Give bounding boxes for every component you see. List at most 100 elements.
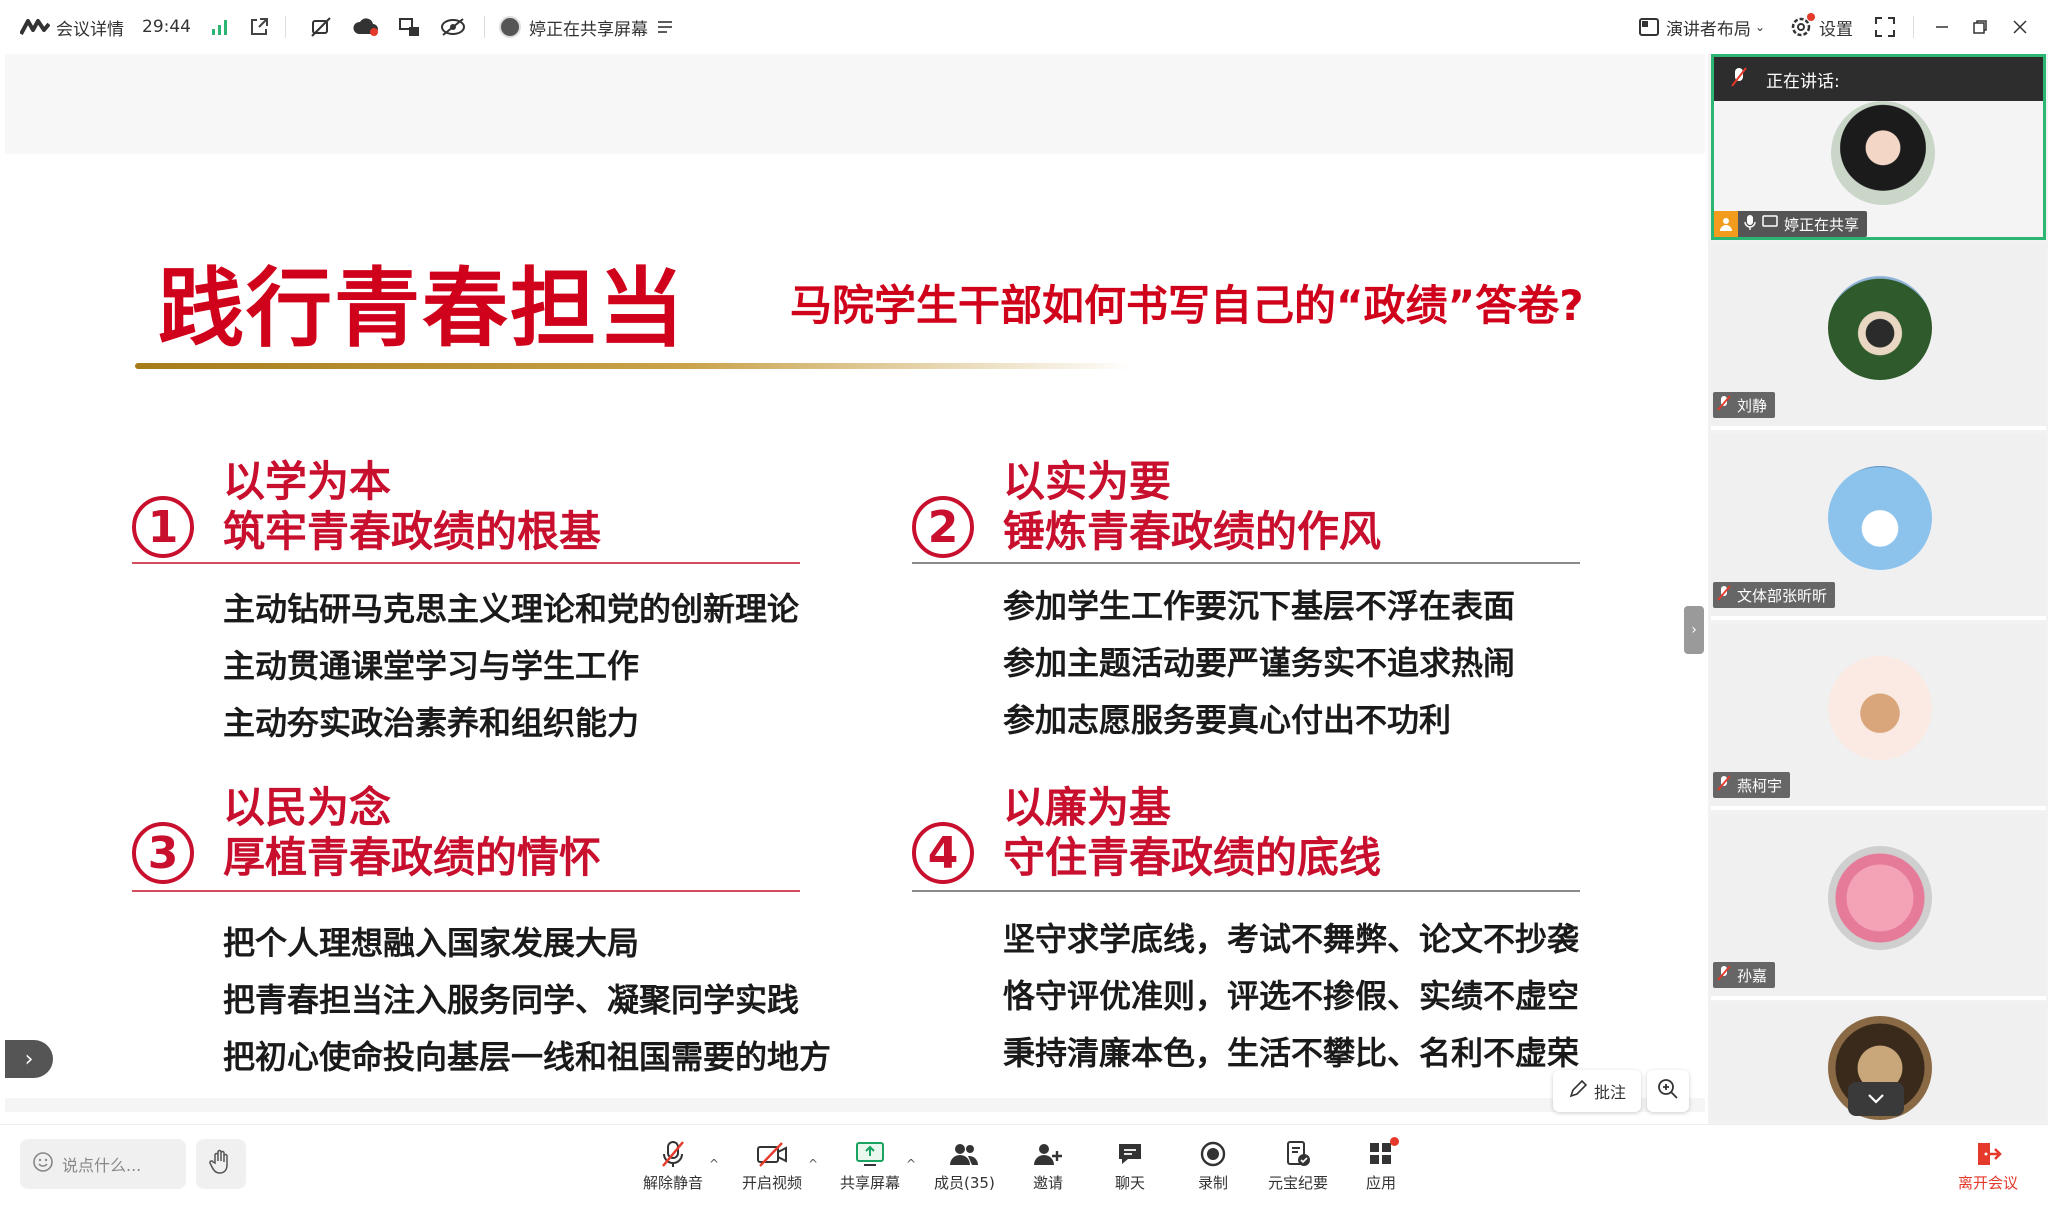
avatar (1828, 846, 1932, 950)
summary-icon (1284, 1139, 1312, 1169)
participant-panel: 正在讲话: 婷正在共享 刘静 文体部张昕昕 燕柯宇 孙嘉 (1708, 54, 2048, 1124)
mic-icon (1744, 214, 1756, 234)
raise-hand-button[interactable] (196, 1139, 246, 1189)
settings-label: 设置 (1819, 19, 1853, 40)
chat-placeholder: 说点什么... (62, 1156, 142, 1175)
section-subheading: 锤炼青春政绩的作风 (1003, 507, 1382, 556)
chat-input[interactable]: 说点什么... (20, 1139, 186, 1189)
slide-top-margin (5, 54, 1705, 154)
avatar (1831, 101, 1935, 205)
section-rule (912, 562, 1580, 564)
section-line: 秉持清廉本色，生活不攀比、名利不虚荣 (1003, 1034, 1580, 1072)
section-line: 主动钻研马克思主义理论和党的创新理论 (223, 590, 800, 628)
chevron-down-icon: ⌄ (1754, 20, 1765, 34)
host-icon (1714, 211, 1738, 237)
participant-tile[interactable]: 孙嘉 (1711, 814, 2046, 1000)
apps-button[interactable]: 应用 (1366, 1137, 1399, 1193)
participant-tag: 刘静 (1713, 392, 1776, 418)
participant-name: 刘静 (1737, 396, 1768, 415)
avatar (1828, 466, 1932, 570)
leave-meeting-button[interactable]: 离开会议 (1958, 1139, 2018, 1193)
meeting-summary-label: 元宝纪要 (1268, 1174, 1329, 1192)
share-permission-icon[interactable] (398, 16, 422, 38)
slide-subtitle: 马院学生干部如何书写自己的“政绩”答卷? (790, 281, 1584, 330)
meeting-summary-button[interactable]: 元宝纪要 (1268, 1139, 1328, 1193)
shared-screen: 践行青春担当 马院学生干部如何书写自己的“政绩”答卷? 1 以学为本 筑牢青春政… (5, 54, 1705, 1112)
cloud-record-icon[interactable] (352, 17, 380, 37)
participant-tile[interactable]: 刘静 (1711, 244, 2046, 430)
section-line: 参加志愿服务要真心付出不功利 (1003, 701, 1452, 739)
record-button[interactable]: 录制 (1198, 1139, 1228, 1193)
divider (285, 16, 286, 38)
layout-icon (1638, 17, 1660, 37)
mic-off-icon (1717, 775, 1731, 795)
annotate-button[interactable]: 批注 (1553, 1070, 1641, 1112)
record-label: 录制 (1198, 1174, 1229, 1192)
share-screen-button[interactable]: 共享屏幕 (840, 1139, 900, 1193)
popout-icon[interactable] (249, 17, 269, 37)
sharer-avatar (499, 16, 521, 38)
chevron-down-icon (1867, 1090, 1885, 1109)
video-off-icon (756, 1139, 788, 1169)
slide-bottom-margin (5, 1098, 1705, 1112)
caret-up-icon[interactable]: ^ (709, 1157, 719, 1171)
scroll-down-button[interactable] (1848, 1082, 1904, 1116)
restore-icon[interactable] (1972, 19, 1988, 35)
meeting-info-button[interactable]: 会议详情 (20, 15, 124, 40)
participant-name: 婷正在共享 (1784, 215, 1860, 234)
sharing-status[interactable]: 婷正在共享屏幕 (499, 15, 672, 40)
divider (1913, 16, 1914, 38)
participant-tile[interactable]: 文体部张昕昕 (1711, 434, 2046, 620)
add-user-icon (1033, 1139, 1063, 1169)
mic-off-icon (1717, 585, 1731, 605)
members-button[interactable]: 成员(35) (934, 1139, 995, 1193)
caret-up-icon[interactable]: ^ (906, 1157, 916, 1171)
section-subheading: 筑牢青春政绩的根基 (223, 507, 602, 556)
minimize-icon[interactable] (1934, 19, 1950, 35)
invite-button[interactable]: 邀请 (1033, 1139, 1063, 1193)
leave-meeting-label: 离开会议 (1957, 1174, 2018, 1192)
start-video-button[interactable]: 开启视频 (742, 1139, 802, 1193)
layout-label: 演讲者布局 (1665, 19, 1751, 40)
signal-icon[interactable] (211, 18, 229, 36)
hide-icon[interactable] (440, 17, 466, 37)
mic-off-icon (1730, 66, 1748, 93)
share-screen-label: 共享屏幕 (840, 1174, 901, 1192)
collapse-sidebar-button[interactable]: › (1684, 606, 1704, 654)
screen-share-icon (1762, 215, 1778, 233)
participant-tile[interactable]: 燕柯宇 (1711, 624, 2046, 810)
notification-dot (1390, 1137, 1399, 1146)
section-line: 把个人理想融入国家发展大局 (223, 924, 640, 962)
tencent-meeting-logo-icon (20, 18, 50, 36)
settings-button[interactable]: 设置 (1789, 13, 1853, 40)
section-subheading: 守住青春政绩的底线 (1003, 833, 1382, 882)
chat-button[interactable]: 聊天 (1115, 1139, 1145, 1193)
fullscreen-icon[interactable] (1875, 17, 1895, 37)
section-line: 把青春担当注入服务同学、凝聚同学实践 (223, 981, 800, 1019)
section-number: 1 (132, 496, 194, 558)
section-line: 主动夯实政治素养和组织能力 (223, 704, 640, 742)
meeting-info-label: 会议详情 (56, 19, 124, 40)
active-speaker-tile[interactable]: 正在讲话: 婷正在共享 (1711, 54, 2046, 240)
notification-dot (1807, 13, 1815, 21)
avatar (1828, 276, 1932, 380)
layout-button[interactable]: 演讲者布局 ⌄ (1638, 15, 1765, 40)
expand-panel-button[interactable]: › (5, 1040, 53, 1078)
caret-up-icon[interactable]: ^ (808, 1157, 818, 1171)
section-subheading: 厚植青春政绩的情怀 (223, 833, 602, 882)
meeting-timer: 29:44 (142, 17, 191, 37)
start-video-label: 开启视频 (742, 1174, 803, 1192)
unmute-label: 解除静音 (643, 1174, 704, 1192)
unmute-button[interactable]: 解除静音 (643, 1139, 703, 1193)
section-number: 3 (132, 822, 194, 884)
pen-icon (1568, 1079, 1588, 1103)
members-icon (948, 1139, 980, 1169)
divider (484, 16, 485, 38)
share-screen-icon (855, 1139, 885, 1169)
participant-tag: 燕柯宇 (1713, 772, 1791, 798)
chat-icon (1116, 1139, 1144, 1169)
avatar (1828, 656, 1932, 760)
no-video-icon[interactable] (310, 16, 334, 38)
zoom-in-button[interactable] (1647, 1070, 1689, 1112)
close-icon[interactable] (2012, 19, 2028, 35)
